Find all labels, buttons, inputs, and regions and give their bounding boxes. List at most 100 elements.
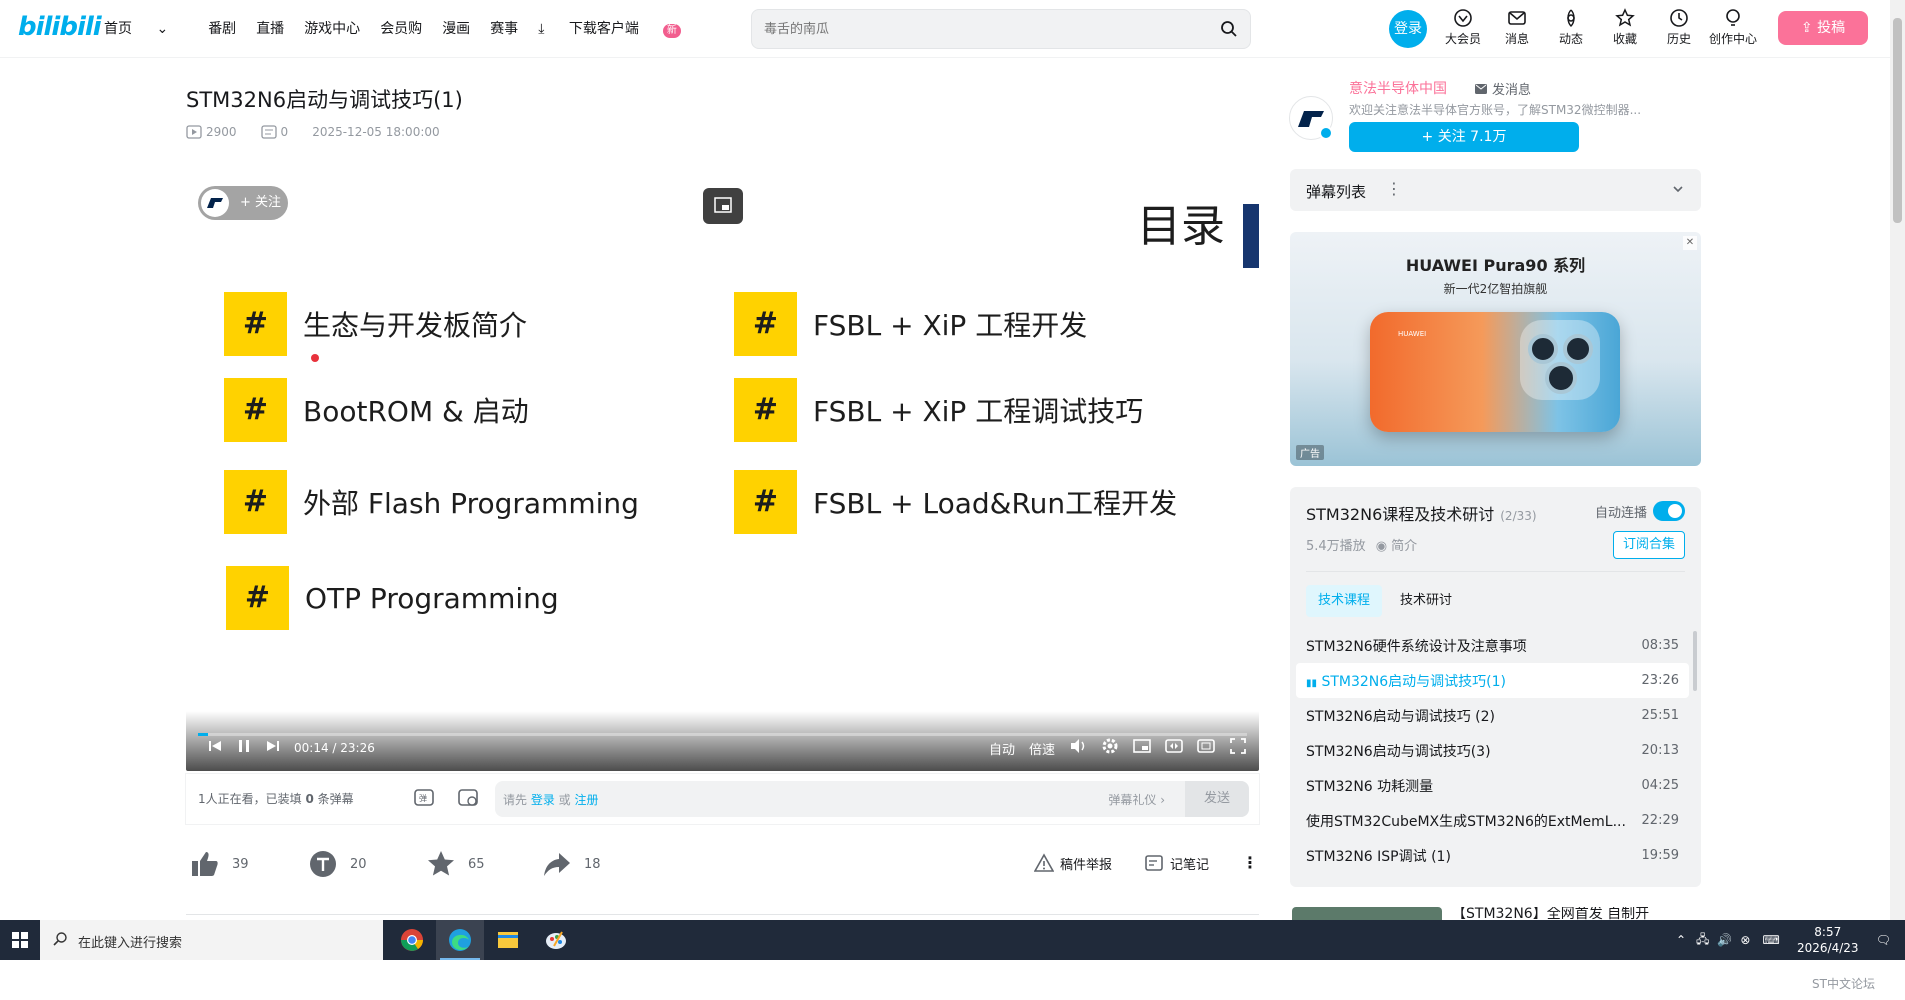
episode-item[interactable]: STM32N6启动与调试技巧(3) 20:13 <box>1296 733 1689 768</box>
episode-item[interactable]: STM32N6启动与调试技巧 (2) 25:51 <box>1296 698 1689 733</box>
nav-download-client[interactable]: ⤓ 下载客户端新 <box>538 18 701 38</box>
episode-item-current[interactable]: ▮▮ STM32N6启动与调试技巧(1) 23:26 <box>1296 663 1689 698</box>
pause-icon[interactable] <box>236 738 252 757</box>
player-controls: 00:14 / 23:26 自动 倍速 <box>186 711 1259 771</box>
next-icon[interactable] <box>266 739 280 756</box>
episode-scrollbar[interactable] <box>1693 631 1697 691</box>
header-icon-group: 大会员 消息 动态 收藏 历史 创作中心 <box>1436 8 1760 47</box>
taskbar-clock[interactable]: 8:57 2026/4/23 <box>1788 924 1868 956</box>
fullscreen-icon[interactable] <box>1229 737 1247 759</box>
header-favorite[interactable]: 收藏 <box>1598 8 1652 47</box>
windows-start-icon[interactable] <box>0 920 40 960</box>
episode-item[interactable]: STM32N6 功耗测量 04:25 <box>1296 768 1689 803</box>
header-dynamic[interactable]: 动态 <box>1544 8 1598 47</box>
search-input[interactable] <box>764 19 1204 39</box>
nav-esports[interactable]: 赛事 <box>490 18 518 38</box>
nav-home[interactable]: 首页 ⌄ <box>104 18 188 38</box>
tab-seminars[interactable]: 技术研讨 <box>1388 585 1464 617</box>
report-button[interactable]: 稿件举报 <box>1034 853 1112 873</box>
close-icon[interactable]: ✕ <box>1683 236 1697 250</box>
top-header: bilibili 首页 ⌄ 番剧 直播 游戏中心 会员购 漫画 赛事 ⤓ 下载客… <box>0 0 1890 58</box>
episode-item[interactable]: 使用STM32CubeMX生成STM32N6的ExtMemL... 22:29 <box>1296 803 1689 838</box>
collection-panel: STM32N6课程及技术研讨 (2/33) 自动连播 5.4万播放 ◉ 简介 订阅… <box>1290 487 1701 887</box>
chrome-icon[interactable] <box>388 920 436 960</box>
like-icon <box>192 852 218 876</box>
header-vip[interactable]: 大会员 <box>1436 8 1490 47</box>
uploader-avatar[interactable] <box>1289 96 1333 140</box>
like-button[interactable]: 39 <box>190 849 249 879</box>
more-icon[interactable]: ⋮ <box>1242 853 1258 872</box>
login-link[interactable]: 登录 <box>531 793 555 807</box>
note-button[interactable]: 记笔记 <box>1144 853 1209 873</box>
scrollbar-thumb[interactable] <box>1893 18 1902 223</box>
taskbar-search[interactable]: 在此键入进行搜索 <box>40 920 383 960</box>
nav-mall[interactable]: 会员购 <box>380 18 422 38</box>
pip-mode-icon[interactable] <box>1133 738 1151 758</box>
paint-icon[interactable] <box>532 920 580 960</box>
video-player[interactable]: + 关注 目录 # 生态与开发板简介 # BootROM & 启动 # 外部 Flas… <box>186 168 1259 771</box>
player-follow-button[interactable]: + 关注 <box>198 186 288 220</box>
autoplay-toggle[interactable]: 自动连播 <box>1595 501 1685 521</box>
follow-uploader-button[interactable]: + 关注 7.1万 <box>1349 122 1579 152</box>
volume-icon[interactable]: 🔊 <box>1717 933 1732 947</box>
quality-button[interactable]: 自动 <box>989 739 1015 758</box>
chevron-down-icon[interactable] <box>1671 181 1685 200</box>
favorite-button[interactable]: 65 <box>426 849 485 879</box>
tray-chevron-up-icon[interactable]: ⌃ <box>1676 933 1686 947</box>
upload-button[interactable]: ⇪ 投稿 <box>1778 11 1868 45</box>
nav-live[interactable]: 直播 <box>256 18 284 38</box>
search-box <box>751 9 1251 49</box>
register-link[interactable]: 注册 <box>574 793 598 807</box>
phone-image: HUAWEI <box>1370 312 1620 432</box>
notification-icon[interactable]: 🗨 <box>1876 933 1891 947</box>
header-message[interactable]: 消息 <box>1490 8 1544 47</box>
nav-manga[interactable]: 漫画 <box>442 18 470 38</box>
prev-icon[interactable] <box>208 739 222 756</box>
web-fullscreen-icon[interactable] <box>1197 738 1215 758</box>
speed-button[interactable]: 倍速 <box>1029 739 1055 758</box>
ad-slogan: 新一代2亿智拍旗舰 <box>1443 282 1548 296</box>
uploader-name[interactable]: 意法半导体中国 <box>1349 78 1447 98</box>
header-creator[interactable]: 创作中心 <box>1706 8 1760 47</box>
volume-icon[interactable] <box>1069 737 1087 759</box>
time-display: 00:14 / 23:26 <box>294 740 375 755</box>
settings-icon[interactable] <box>1101 737 1119 759</box>
bilibili-logo[interactable]: bilibili <box>18 12 102 44</box>
widescreen-icon[interactable] <box>1165 738 1183 758</box>
edge-icon[interactable] <box>436 920 484 960</box>
danmaku-etiquette-link[interactable]: 弹幕礼仪 › <box>1108 791 1165 808</box>
slide-accent-bar <box>1243 204 1259 268</box>
danmaku-input[interactable]: 请先 登录 或 注册 弹幕礼仪 › 发送 <box>495 781 1249 817</box>
ime-icon[interactable]: ⌨ <box>1762 933 1779 947</box>
chevron-down-icon: ⌄ <box>156 21 169 37</box>
page-scrollbar[interactable] <box>1890 0 1905 920</box>
login-avatar-button[interactable]: 登录 <box>1389 10 1427 48</box>
episode-item[interactable]: STM32N6硬件系统设计及注意事项 08:35 <box>1296 628 1689 663</box>
ad-banner[interactable]: HUAWEI Pura90 系列 新一代2亿智拍旗舰 HUAWEI 广告 ✕ <box>1290 232 1701 466</box>
nav-game-center[interactable]: 游戏中心 <box>304 18 360 38</box>
more-options-icon[interactable]: ⋮ <box>1386 179 1402 198</box>
send-message-link[interactable]: 发消息 <box>1474 79 1531 98</box>
subscribe-collection-button[interactable]: 订阅合集 <box>1613 531 1685 559</box>
header-history[interactable]: 历史 <box>1652 8 1706 47</box>
pip-icon[interactable] <box>703 188 743 224</box>
coin-button[interactable]: 20 <box>308 849 367 879</box>
nav-anime[interactable]: 番剧 <box>208 18 236 38</box>
send-danmaku-button[interactable]: 发送 <box>1185 781 1249 817</box>
episode-item[interactable]: STM32N6 ISP调试 (1) 19:59 <box>1296 838 1689 873</box>
danmaku-toggle-icon[interactable]: 弹 <box>412 786 436 814</box>
search-icon[interactable] <box>1220 20 1238 42</box>
status-icon[interactable]: ⊗ <box>1740 933 1750 947</box>
progress-bar[interactable] <box>198 733 1247 736</box>
network-icon[interactable]: 🖧 <box>1696 930 1709 951</box>
danmaku-settings-icon[interactable] <box>456 786 480 814</box>
file-explorer-icon[interactable] <box>484 920 532 960</box>
share-button[interactable]: 18 <box>542 849 601 879</box>
collection-title[interactable]: STM32N6课程及技术研讨 <box>1306 505 1494 524</box>
collection-intro-link[interactable]: ◉ 简介 <box>1376 535 1418 554</box>
svg-text:弹: 弹 <box>419 793 427 803</box>
toggle-switch[interactable] <box>1653 501 1685 521</box>
tab-courses[interactable]: 技术课程 <box>1306 585 1383 617</box>
danmaku-list-panel[interactable]: 弹幕列表 ⋮ <box>1290 169 1701 211</box>
recommend-item[interactable]: 【STM32N6】全网首发 自制开 <box>1290 907 1701 920</box>
